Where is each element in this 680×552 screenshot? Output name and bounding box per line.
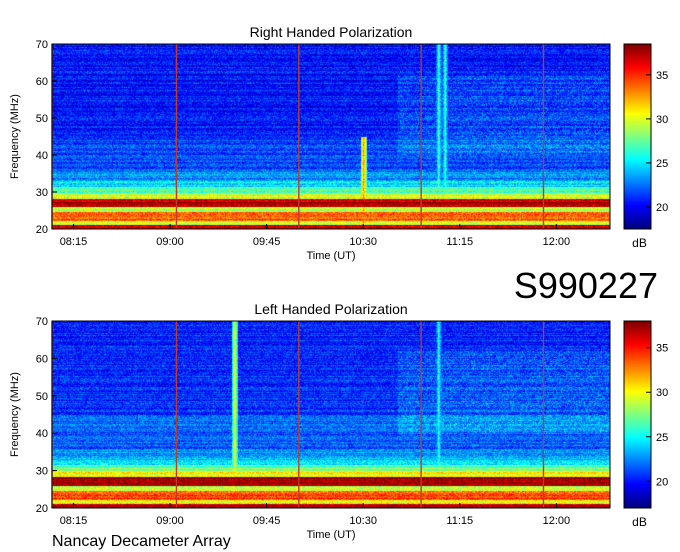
colorbar-gradient [624, 44, 651, 229]
colorbar-unit-label: dB [632, 236, 647, 250]
y-axis-label: Frequency (MHz) [9, 372, 21, 457]
x-tick-label: 10:30 [349, 515, 377, 527]
y-tick-label: 20 [36, 503, 48, 515]
station-id-label: S990227 [514, 265, 658, 306]
x-tick-label: 12:00 [543, 236, 571, 248]
y-tick-label: 50 [36, 391, 48, 403]
footer-label: Nancay Decameter Array [52, 533, 231, 550]
x-tick-label: 10:30 [349, 236, 377, 248]
colorbar-tick-label: 20 [656, 202, 668, 214]
y-tick-label: 50 [36, 113, 48, 125]
colorbar-tick-label: 25 [656, 158, 668, 170]
panel-title: Left Handed Polarization [254, 301, 407, 317]
x-axis-label: Time (UT) [306, 250, 355, 262]
colorbar-tick-label: 20 [656, 476, 668, 488]
colorbar-tick-label: 35 [656, 343, 668, 355]
spectrogram-image [52, 321, 610, 508]
colorbar-tick-label: 35 [656, 70, 668, 82]
spectrogram-figure: Right Handed Polarization 20 30 40 50 60 70 08:… [9, 24, 668, 550]
x-tick-label: 08:15 [60, 515, 88, 527]
colorbar-tick-label: 30 [656, 387, 668, 399]
y-tick-label: 60 [36, 76, 48, 88]
x-axis-label: Time (UT) [306, 529, 355, 541]
colorbar-tick-label: 25 [656, 432, 668, 444]
panel-title: Right Handed Polarization [250, 24, 413, 40]
y-tick-label: 70 [36, 39, 48, 51]
y-tick-label: 20 [36, 224, 48, 236]
x-tick-label: 11:15 [446, 515, 473, 527]
y-tick-label: 60 [36, 353, 48, 365]
x-tick-label: 08:15 [60, 236, 88, 248]
x-tick-label: 09:45 [253, 515, 281, 527]
y-axis-label: Frequency (MHz) [9, 94, 21, 179]
y-tick-label: 30 [36, 466, 48, 478]
y-tick-label: 30 [36, 187, 48, 199]
x-tick-label: 09:00 [156, 515, 184, 527]
colorbar-tick-label: 30 [656, 114, 668, 126]
left-polarization-panel: Left Handed Polarization 20 30 40 50 60 70 08:1… [9, 301, 668, 541]
y-tick-label: 40 [36, 428, 48, 440]
x-tick-label: 09:00 [156, 236, 184, 248]
x-tick-label: 11:15 [446, 236, 473, 248]
y-tick-label: 70 [36, 316, 48, 328]
right-polarization-panel: Right Handed Polarization 20 30 40 50 60 70 08:… [9, 24, 668, 262]
colorbar-unit-label: dB [632, 515, 647, 529]
colorbar-gradient [624, 321, 651, 508]
y-tick-label: 40 [36, 150, 48, 162]
x-tick-label: 12:00 [543, 515, 571, 527]
x-tick-label: 09:45 [253, 236, 281, 248]
spectrogram-image [52, 44, 610, 229]
